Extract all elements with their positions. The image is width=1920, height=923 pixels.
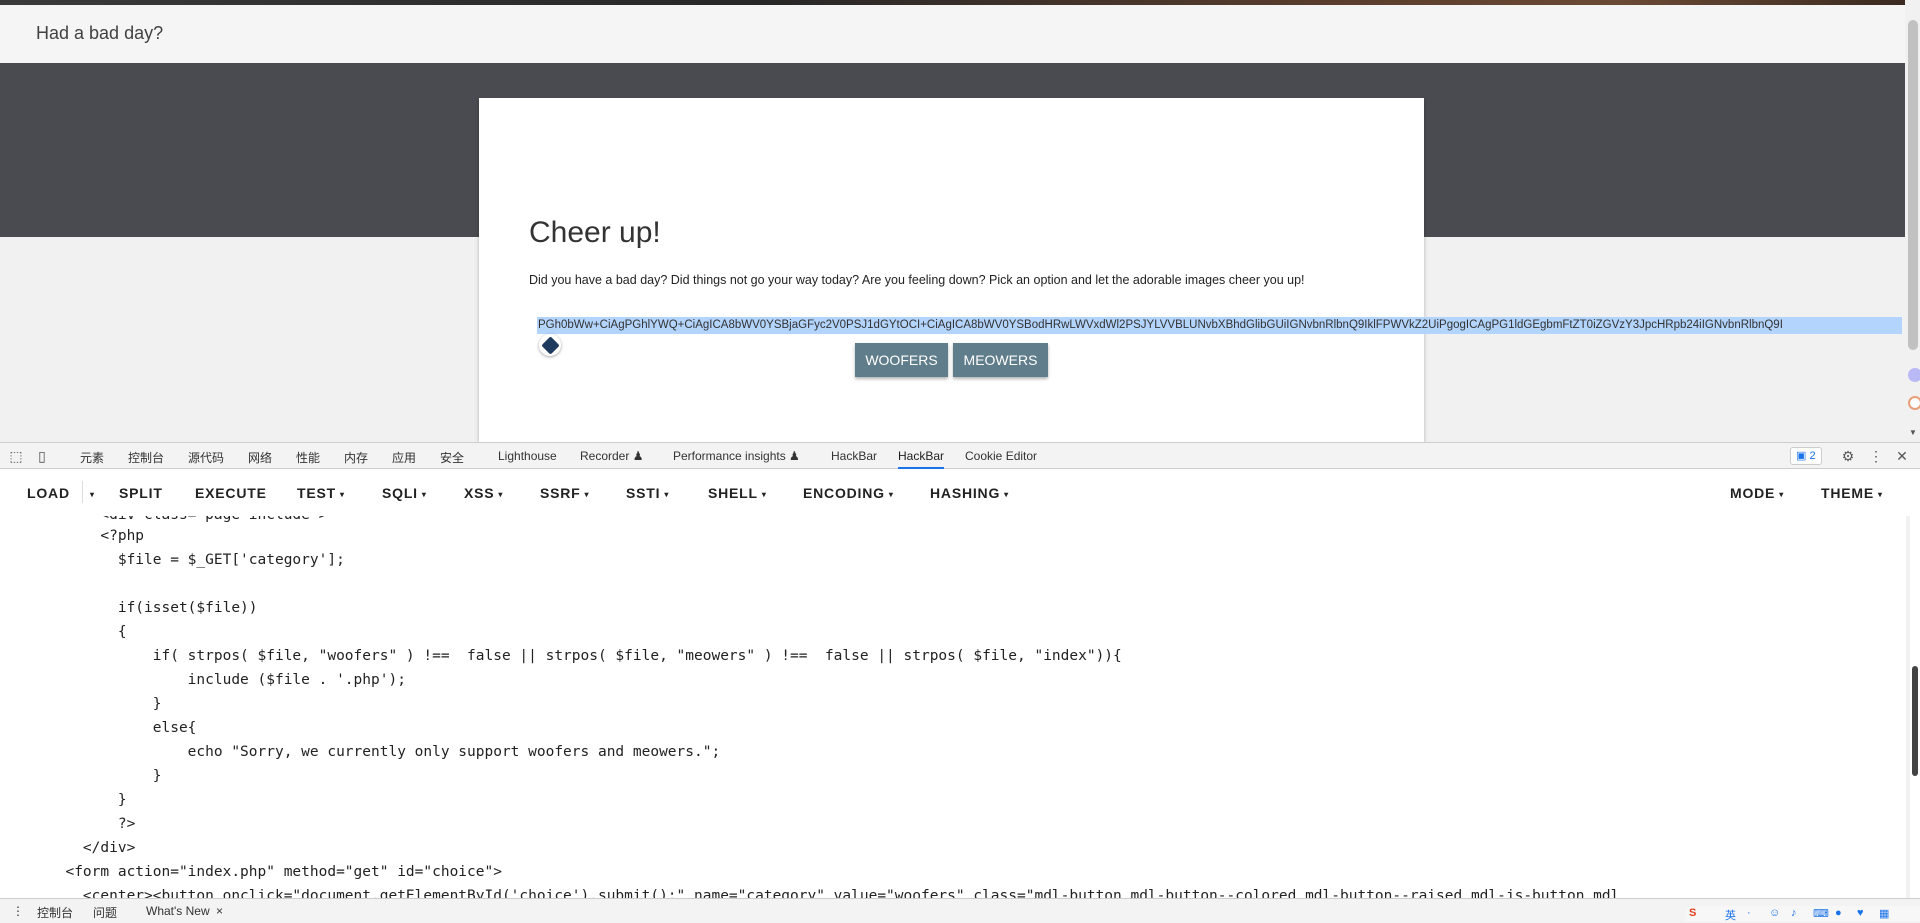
xss-button[interactable]: XSS ▾ <box>464 485 503 501</box>
issues-badge[interactable]: ▣ 2 <box>1790 447 1822 465</box>
tab-performance-insights[interactable]: Performance insights ♟ <box>673 449 800 463</box>
chevron-down-icon: ▾ <box>584 489 590 499</box>
drawer-close-icon[interactable]: × <box>216 904 223 918</box>
ime-voice-icon[interactable]: ♪ <box>1791 907 1797 919</box>
load-dropdown-icon[interactable]: ▾ <box>86 485 95 501</box>
tab-hackbar[interactable]: HackBar <box>831 449 877 463</box>
tab-application[interactable]: 应用 <box>392 449 416 466</box>
ime-punct-icon[interactable]: · <box>1747 907 1751 919</box>
chevron-down-icon: ▾ <box>498 489 504 499</box>
code-line: <center><button onclick="document.getEle… <box>48 888 1620 898</box>
tab-security[interactable]: 安全 <box>440 449 464 466</box>
ime-skin-icon[interactable]: ♥ <box>1857 907 1864 919</box>
more-options-icon[interactable]: ⋮ <box>1868 448 1884 464</box>
browser-viewport: Had a bad day? Cheer up! Did you have a … <box>0 0 1920 922</box>
shell-button[interactable]: SHELL ▾ <box>708 485 767 501</box>
ime-keyboard-icon[interactable]: ⌨ <box>1813 907 1829 920</box>
split-button[interactable]: SPLIT <box>119 485 163 501</box>
tab-elements[interactable]: 元素 <box>80 449 104 466</box>
extension-icon[interactable] <box>539 334 561 356</box>
site-title: Had a bad day? <box>36 23 164 43</box>
chevron-down-icon: ▾ <box>888 489 894 499</box>
sqli-button[interactable]: SQLI ▾ <box>382 485 427 501</box>
drawer-tab-issues[interactable]: 问题 <box>93 904 117 921</box>
execute-button[interactable]: EXECUTE <box>195 485 267 501</box>
card-title: Cheer up! <box>529 216 661 249</box>
woofers-button[interactable]: WOOFERS <box>855 343 948 377</box>
ime-user-icon[interactable]: ● <box>1835 907 1842 919</box>
settings-gear-icon[interactable]: ⚙ <box>1840 448 1856 464</box>
issues-count: 2 <box>1809 450 1816 462</box>
ime-lang-icon[interactable]: 英 <box>1725 907 1736 923</box>
tab-hackbar-active[interactable]: HackBar <box>898 443 945 469</box>
tab-console[interactable]: 控制台 <box>128 449 164 466</box>
code-line: } <box>48 768 162 784</box>
chevron-down-icon: ▾ <box>664 489 670 499</box>
chevron-down-icon: ▾ <box>421 489 427 499</box>
tab-recorder[interactable]: Recorder ♟ <box>580 449 643 463</box>
hackbar-response-code[interactable]: <div class="page-include"> <?php $file =… <box>0 516 1906 898</box>
tab-cookie-editor[interactable]: Cookie Editor <box>965 449 1037 463</box>
page-scrollbar-thumb[interactable] <box>1908 20 1918 350</box>
inspect-element-icon[interactable]: ⬚ <box>8 448 24 464</box>
test-button[interactable]: TEST ▾ <box>297 485 345 501</box>
ime-emoji-icon[interactable]: ☺ <box>1769 907 1780 919</box>
code-line: </div> <box>48 840 136 856</box>
chevron-down-icon: ▾ <box>1878 489 1883 499</box>
load-button[interactable]: LOAD <box>27 485 70 501</box>
chevron-down-icon: ▾ <box>1779 489 1785 499</box>
code-line: echo "Sorry, we currently only support w… <box>48 744 721 760</box>
content-card: Cheer up! Did you have a bad day? Did th… <box>479 98 1424 442</box>
code-line: if( strpos( $file, "woofers" ) !== false… <box>48 648 1122 664</box>
code-line: <form action="index.php" method="get" id… <box>48 864 502 880</box>
code-scrollbar[interactable] <box>1910 516 1920 898</box>
code-line: $file = $_GET['category']; <box>48 552 345 568</box>
ssti-button[interactable]: SSTI ▾ <box>626 485 669 501</box>
ime-toolbar: S 英 · ☺ ♪ ⌨ ● ♥ ▦ <box>1685 906 1920 922</box>
code-line: ?> <box>48 816 136 832</box>
ime-menu-icon[interactable]: ▦ <box>1879 907 1889 920</box>
device-toolbar-icon[interactable]: ▯ <box>34 448 50 464</box>
chevron-down-icon: ▾ <box>761 489 767 499</box>
mode-button[interactable]: MODE ▾ <box>1730 485 1784 501</box>
devtools-tab-bar: ⬚ ▯ 元素 控制台 源代码 网络 性能 内存 应用 安全 Lighthouse… <box>0 442 1920 469</box>
ssrf-button[interactable]: SSRF ▾ <box>540 485 589 501</box>
hackbar-toolbar: LOAD ▾ SPLIT EXECUTE TEST ▾ SQLI ▾ XSS ▾ SS… <box>0 469 1920 516</box>
drawer-tab-console[interactable]: 控制台 <box>37 904 73 921</box>
theme-button[interactable]: THEME ▾ <box>1821 485 1883 501</box>
ime-logo-icon[interactable]: S <box>1689 907 1696 919</box>
selected-base64-text[interactable]: PGh0bWw+CiAgPGhlYWQ+CiAgICA8bWV0YSBjaGFy… <box>537 317 1902 334</box>
tab-lighthouse[interactable]: Lighthouse <box>498 449 557 463</box>
tab-network[interactable]: 网络 <box>248 449 272 466</box>
card-description: Did you have a bad day? Did things not g… <box>529 273 1305 287</box>
chrome-widget-icon[interactable] <box>1908 396 1920 410</box>
code-line: if(isset($file)) <box>48 600 258 616</box>
meowers-button[interactable]: MEOWERS <box>953 343 1048 377</box>
tab-sources[interactable]: 源代码 <box>188 449 224 466</box>
close-devtools-icon[interactable]: ✕ <box>1894 448 1910 464</box>
load-separator <box>82 481 83 503</box>
tab-performance[interactable]: 性能 <box>296 449 320 466</box>
code-line: { <box>48 624 127 640</box>
encoding-button[interactable]: ENCODING ▾ <box>803 485 894 501</box>
drawer-menu-icon[interactable]: ⋮ <box>12 904 24 918</box>
code-line: include ($file . '.php'); <box>48 672 406 688</box>
code-line: } <box>48 792 127 808</box>
site-header: Had a bad day? <box>0 5 1905 63</box>
tab-memory[interactable]: 内存 <box>344 449 368 466</box>
code-line: <?php <box>48 528 145 544</box>
chevron-down-icon: ▾ <box>1004 489 1009 499</box>
floating-widget-icon[interactable] <box>1908 368 1920 382</box>
drawer-tab-whats-new[interactable]: What's New <box>146 904 210 918</box>
code-line: else{ <box>48 720 197 736</box>
scroll-down-arrow-icon[interactable]: ▼ <box>1909 428 1917 437</box>
code-line: } <box>48 696 162 712</box>
devtools-drawer: ⋮ 控制台 问题 What's New × <box>0 898 1920 922</box>
chevron-down-icon: ▾ <box>339 489 345 499</box>
hashing-button[interactable]: HASHING ▾ <box>930 485 1009 501</box>
code-scrollbar-thumb[interactable] <box>1912 666 1918 776</box>
